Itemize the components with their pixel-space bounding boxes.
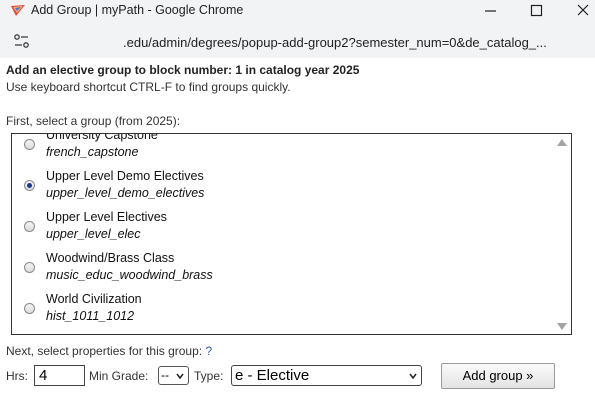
group-radio[interactable] — [24, 180, 35, 191]
hrs-input[interactable]: 4 — [34, 365, 85, 386]
close-icon — [577, 4, 589, 16]
group-item-upper-level-demo-electives[interactable]: Upper Level Demo Electives upper_level_d… — [12, 167, 553, 208]
group-item-world-civilization[interactable]: World Civilization hist_1011_1012 — [12, 290, 553, 331]
group-list-scrollbar[interactable] — [553, 134, 571, 334]
group-list-box[interactable]: University Capstone french_capstone Uppe… — [11, 133, 572, 335]
group-title: Upper Level Electives — [46, 210, 167, 224]
group-code: upper_level_elec — [46, 227, 141, 241]
window-title: Add Group | myPath - Google Chrome — [31, 3, 244, 17]
group-list: University Capstone french_capstone Uppe… — [12, 133, 553, 331]
type-value: e - Elective — [235, 367, 310, 384]
group-title: University Capstone — [46, 133, 158, 142]
page-heading: Add an elective group to block number: 1… — [6, 63, 360, 77]
group-code: upper_level_demo_electives — [46, 186, 205, 200]
add-group-button[interactable]: Add group » — [441, 363, 555, 389]
type-select[interactable]: e - Elective — [231, 365, 422, 386]
group-item-university-capstone[interactable]: University Capstone french_capstone — [12, 133, 553, 167]
group-code: french_capstone — [46, 145, 139, 159]
hrs-label: Hrs: — [6, 369, 28, 383]
min-grade-select[interactable]: -- — [158, 366, 189, 385]
properties-label: Next, select properties for this group: … — [6, 344, 212, 358]
min-grade-label: Min Grade: — [89, 369, 149, 383]
minimize-button[interactable] — [470, 0, 514, 23]
group-code: hist_1011_1012 — [46, 309, 135, 323]
chevron-down-icon — [409, 373, 417, 380]
group-item-upper-level-electives[interactable]: Upper Level Electives upper_level_elec — [12, 208, 553, 249]
scroll-down-arrow-icon[interactable] — [557, 323, 567, 330]
min-grade-value: -- — [161, 368, 169, 382]
maximize-button[interactable] — [514, 0, 558, 23]
close-button[interactable] — [558, 0, 595, 23]
group-item-woodwind-brass[interactable]: Woodwind/Brass Class music_educ_woodwind… — [12, 249, 553, 290]
group-title: Woodwind/Brass Class — [46, 251, 175, 265]
select-group-prompt: First, select a group (from 2025): — [6, 114, 181, 128]
scroll-up-arrow-icon[interactable] — [557, 139, 567, 146]
maximize-icon — [530, 4, 543, 17]
address-bar: .edu/admin/degrees/popup-add-group2?seme… — [0, 23, 595, 58]
group-title: World Civilization — [46, 292, 142, 306]
group-radio[interactable] — [24, 262, 35, 273]
minimize-icon — [485, 10, 496, 12]
chevron-down-icon — [176, 373, 184, 380]
site-info-button[interactable] — [7, 29, 37, 53]
url-field[interactable]: .edu/admin/degrees/popup-add-group2?seme… — [123, 35, 547, 50]
type-label: Type: — [194, 369, 224, 383]
help-link[interactable]: ? — [205, 344, 212, 358]
group-code: music_educ_woodwind_brass — [46, 268, 213, 282]
window-titlebar: Add Group | myPath - Google Chrome — [0, 0, 595, 23]
tune-icon — [14, 34, 29, 48]
properties-label-text: Next, select properties for this group: — [6, 344, 203, 358]
search-hint: Use keyboard shortcut CTRL-F to find gro… — [6, 80, 291, 94]
group-title: Upper Level Demo Electives — [46, 169, 204, 183]
group-radio[interactable] — [24, 139, 35, 150]
group-radio[interactable] — [24, 221, 35, 232]
app-icon — [11, 5, 25, 16]
group-radio[interactable] — [24, 303, 35, 314]
